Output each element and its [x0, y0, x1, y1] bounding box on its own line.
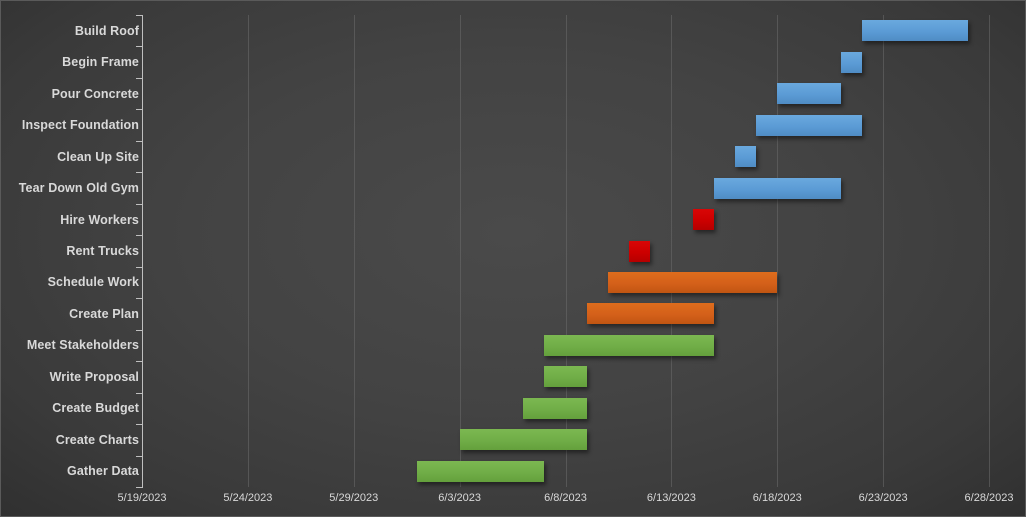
- x-axis-label: 6/13/2023: [646, 492, 696, 504]
- y-axis-category-labels: Gather Data Create Charts Create Budget Wri…: [1, 1, 139, 516]
- task-bar[interactable]: [692, 209, 714, 231]
- y-axis-label: Write Proposal: [49, 369, 139, 384]
- task-bar[interactable]: [777, 83, 841, 105]
- y-axis-label: Tear Down Old Gym: [18, 181, 139, 196]
- x-axis-label: 6/28/2023: [964, 492, 1014, 504]
- gridline: [459, 15, 461, 487]
- plot-area: [142, 15, 990, 487]
- y-axis-label: Clean Up Site: [57, 149, 139, 164]
- task-bar[interactable]: [523, 397, 587, 419]
- task-bar[interactable]: [713, 177, 841, 199]
- gantt-chart: Gather Data Create Charts Create Budget Wri…: [0, 0, 1026, 517]
- gridline: [353, 15, 355, 487]
- x-axis-label: 6/18/2023: [752, 492, 802, 504]
- x-axis-label: 5/19/2023: [117, 492, 167, 504]
- gridline: [247, 15, 249, 487]
- task-bar[interactable]: [734, 146, 757, 168]
- gridline: [883, 15, 885, 487]
- y-axis-label: Meet Stakeholders: [26, 338, 139, 353]
- y-axis-label: Inspect Foundation: [21, 118, 139, 133]
- y-axis-label: Build Roof: [74, 23, 139, 38]
- y-axis-label: Gather Data: [67, 464, 139, 479]
- x-axis-date-labels: 5/19/2023 5/24/2023 5/29/2023 6/3/2023 6/8/2…: [1, 491, 1025, 515]
- y-axis-tick: [136, 487, 142, 488]
- y-axis-label: Create Charts: [55, 432, 139, 447]
- y-axis-label: Create Plan: [69, 306, 139, 321]
- x-axis-label: 6/23/2023: [858, 492, 908, 504]
- task-bar[interactable]: [756, 114, 862, 136]
- x-axis-label: 5/29/2023: [329, 492, 379, 504]
- x-axis-label: 6/3/2023: [438, 492, 482, 504]
- task-bar[interactable]: [861, 20, 968, 42]
- x-axis-label: 5/24/2023: [223, 492, 273, 504]
- y-axis-label: Hire Workers: [60, 212, 139, 227]
- task-bar[interactable]: [629, 240, 651, 262]
- task-bar[interactable]: [459, 429, 587, 451]
- y-axis-label: Create Budget: [52, 401, 139, 416]
- gridline: [989, 15, 990, 487]
- task-bar[interactable]: [840, 51, 862, 73]
- gridline: [671, 15, 673, 487]
- y-axis-label: Rent Trucks: [66, 244, 139, 258]
- task-bar[interactable]: [586, 303, 714, 325]
- y-axis-label: Pour Concrete: [51, 86, 139, 101]
- task-bar[interactable]: [544, 334, 714, 356]
- task-bar[interactable]: [607, 271, 778, 293]
- y-axis-label: Schedule Work: [47, 275, 139, 290]
- y-axis-label: Begin Frame: [62, 55, 139, 70]
- x-axis-label: 6/8/2023: [544, 492, 587, 504]
- task-bar[interactable]: [544, 366, 587, 388]
- task-bar[interactable]: [417, 460, 545, 482]
